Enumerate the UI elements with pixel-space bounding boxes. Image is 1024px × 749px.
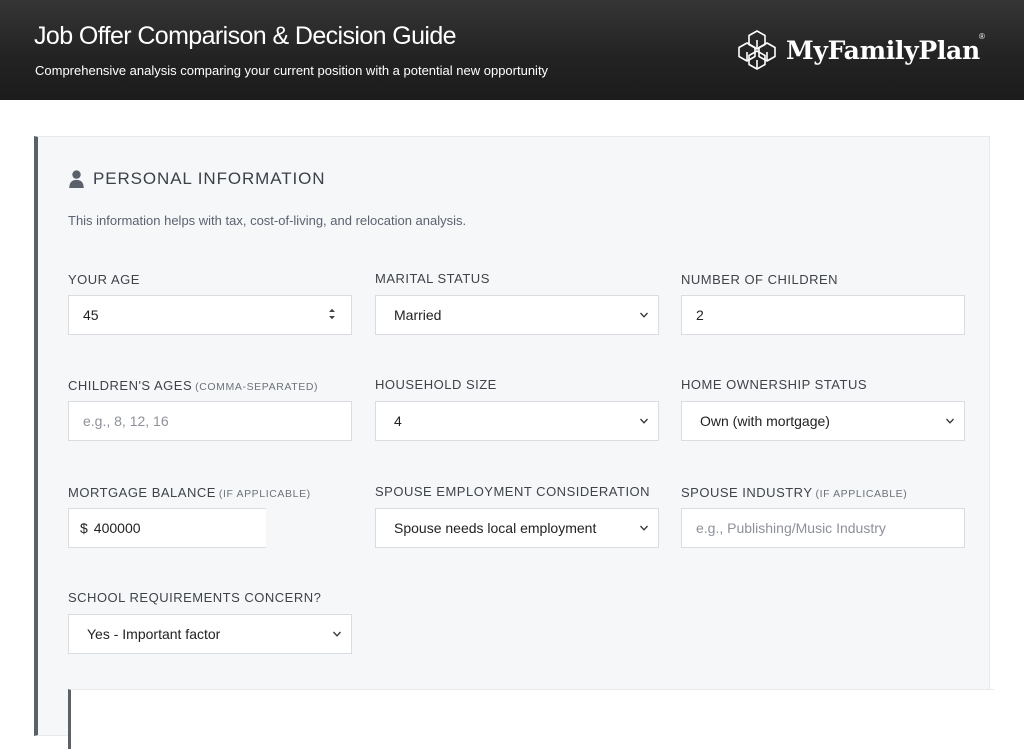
brand-name: MyFamilyPlan xyxy=(786,35,980,65)
spouse-industry-hint: (IF APPLICABLE) xyxy=(815,488,908,500)
school-concern-select[interactable]: Yes - Important factor xyxy=(68,614,352,654)
chevron-down-icon xyxy=(333,631,341,637)
hexagon-cluster-icon xyxy=(738,30,776,70)
personal-information-section: PERSONAL INFORMATION This information he… xyxy=(34,136,994,749)
spouse-industry-input[interactable]: e.g., Publishing/Music Industry xyxy=(681,508,965,548)
page-title: Job Offer Comparison & Decision Guide xyxy=(34,22,457,50)
marital-status-select[interactable]: Married xyxy=(375,295,659,335)
age-value: 45 xyxy=(83,307,99,323)
section-header: PERSONAL INFORMATION xyxy=(69,169,325,189)
chevron-down-icon xyxy=(640,418,648,424)
spouse-employment-select[interactable]: Spouse needs local employment xyxy=(375,508,659,548)
age-number-input[interactable]: 45 xyxy=(68,295,352,335)
next-section-card xyxy=(68,689,994,749)
children-count-input[interactable]: 2 xyxy=(681,295,965,335)
currency-symbol: $ xyxy=(80,520,88,536)
mortgage-balance-value: 400000 xyxy=(93,520,141,536)
children-ages-label-text: CHILDREN'S AGES xyxy=(68,378,193,393)
spouse-employment-label: SPOUSE EMPLOYMENT CONSIDERATION xyxy=(375,484,651,499)
mortgage-balance-hint: (IF APPLICABLE) xyxy=(218,488,311,500)
mortgage-balance-label: MORTGAGE BALANCE (IF APPLICABLE) xyxy=(68,485,311,500)
spouse-industry-label-text: SPOUSE INDUSTRY xyxy=(681,485,813,500)
school-concern-label: SCHOOL REQUIREMENTS CONCERN? xyxy=(68,590,322,605)
household-size-value: 4 xyxy=(394,413,402,429)
children-ages-hint: (COMMA-SEPARATED) xyxy=(195,381,319,393)
home-ownership-select[interactable]: Own (with mortgage) xyxy=(681,401,965,441)
number-spinner-icon[interactable] xyxy=(328,307,336,321)
page-header: Job Offer Comparison & Decision Guide Co… xyxy=(0,0,1024,100)
spouse-industry-placeholder: e.g., Publishing/Music Industry xyxy=(696,520,886,536)
children-ages-label: CHILDREN'S AGES (COMMA-SEPARATED) xyxy=(68,378,318,393)
person-icon xyxy=(69,170,84,188)
age-label: YOUR AGE xyxy=(68,272,140,287)
home-ownership-value: Own (with mortgage) xyxy=(700,413,830,429)
marital-status-label: MARITAL STATUS xyxy=(375,271,490,286)
mortgage-balance-label-text: MORTGAGE BALANCE xyxy=(68,485,216,500)
brand-logo[interactable]: MyFamilyPlan ® xyxy=(735,28,985,72)
chevron-down-icon xyxy=(640,525,648,531)
household-size-label: HOUSEHOLD SIZE xyxy=(375,377,497,392)
page-subtitle: Comprehensive analysis comparing your cu… xyxy=(35,63,549,78)
school-concern-value: Yes - Important factor xyxy=(87,626,221,642)
registered-mark: ® xyxy=(979,32,985,41)
children-count-label: NUMBER OF CHILDREN xyxy=(681,272,839,287)
children-ages-input[interactable]: e.g., 8, 12, 16 xyxy=(68,401,352,441)
children-count-value: 2 xyxy=(696,307,704,323)
chevron-down-icon xyxy=(640,312,648,318)
section-description: This information helps with tax, cost-of… xyxy=(68,213,467,228)
mortgage-balance-input[interactable]: $ 400000 xyxy=(68,508,266,548)
section-title: PERSONAL INFORMATION xyxy=(93,169,326,188)
chevron-down-icon xyxy=(946,418,954,424)
spouse-industry-label: SPOUSE INDUSTRY (IF APPLICABLE) xyxy=(681,485,907,500)
children-ages-placeholder: e.g., 8, 12, 16 xyxy=(83,413,169,429)
spouse-employment-value: Spouse needs local employment xyxy=(394,520,597,536)
home-ownership-label: HOME OWNERSHIP STATUS xyxy=(681,377,868,392)
household-size-select[interactable]: 4 xyxy=(375,401,659,441)
marital-status-value: Married xyxy=(394,307,442,323)
